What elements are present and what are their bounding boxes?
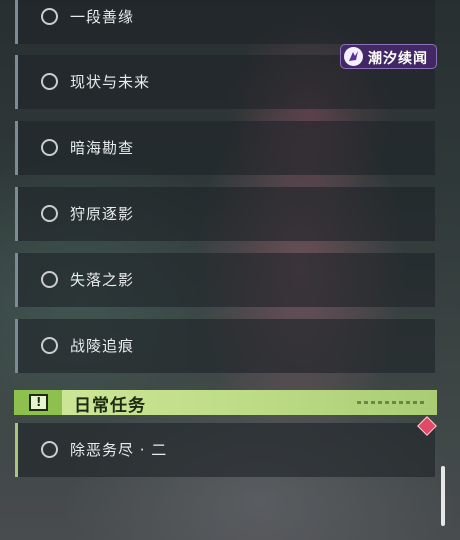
- circle-icon: [41, 271, 58, 288]
- watermark-text: 潮汐续闻: [368, 51, 428, 67]
- quest-label: 狩原逐影: [70, 205, 135, 223]
- quest-label: 除恶务尽 · 二: [70, 441, 168, 459]
- circle-icon: [41, 205, 58, 222]
- circle-icon: [41, 441, 58, 458]
- quest-item[interactable]: 暗海勘查: [15, 121, 435, 175]
- quest-label: 暗海勘查: [70, 139, 135, 157]
- header-decoration: [357, 401, 427, 404]
- quest-label: 失落之影: [70, 271, 135, 289]
- circle-icon: [41, 8, 58, 25]
- logo-icon: [344, 47, 363, 66]
- quest-item[interactable]: 失落之影: [15, 253, 435, 307]
- scrollbar-thumb[interactable]: [441, 466, 445, 526]
- daily-quests-header[interactable]: ! 日常任务: [14, 390, 437, 416]
- daily-quest-item[interactable]: 除恶务尽 · 二: [15, 423, 435, 477]
- circle-icon: [41, 139, 58, 156]
- circle-icon: [41, 337, 58, 354]
- alert-glyph: !: [36, 395, 42, 409]
- quest-label: 一段善缘: [70, 8, 135, 26]
- alert-box-icon: !: [14, 390, 62, 415]
- quest-item[interactable]: 一段善缘: [15, 0, 435, 44]
- watermark-logo: 潮汐续闻: [340, 44, 437, 69]
- quest-label: 战陵追痕: [70, 337, 135, 355]
- quest-item[interactable]: 战陵追痕: [15, 319, 435, 373]
- quest-label: 现状与未来: [70, 73, 151, 91]
- circle-icon: [41, 73, 58, 90]
- quest-item[interactable]: 狩原逐影: [15, 187, 435, 241]
- section-title: 日常任务: [74, 396, 146, 416]
